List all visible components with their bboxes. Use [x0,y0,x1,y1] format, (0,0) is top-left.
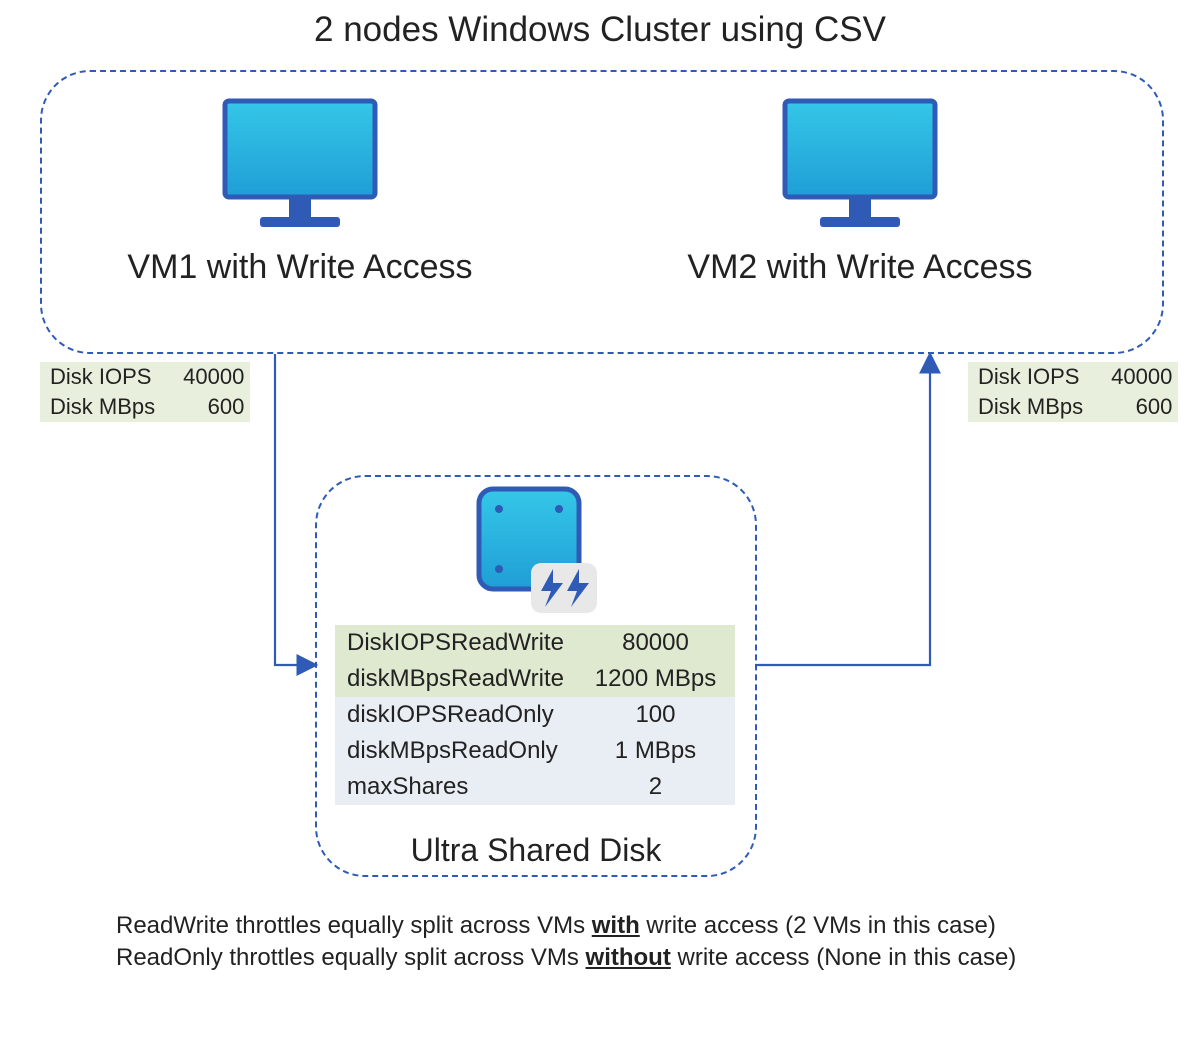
disk-stats-table: DiskIOPSReadWrite 80000 diskMBpsReadWrit… [335,625,735,805]
disk-row-0-key: DiskIOPSReadWrite [335,625,576,661]
footer-notes: ReadWrite throttles equally split across… [116,910,1016,975]
disk-row-1-key: diskMBpsReadWrite [335,661,576,697]
disk-row-4-val: 2 [576,769,735,805]
disk-row-2-key: diskIOPSReadOnly [335,697,576,733]
disk-row-1-val: 1200 MBps [576,661,735,697]
footer-note-2: ReadOnly throttles equally split across … [116,942,1016,974]
footer-note-1: ReadWrite throttles equally split across… [116,910,1016,942]
disk-row-2-val: 100 [576,697,735,733]
disk-group-box: DiskIOPSReadWrite 80000 diskMBpsReadWrit… [315,475,757,877]
disk-title: Ultra Shared Disk [317,832,755,869]
disk-row-0-val: 80000 [576,625,735,661]
diagram-canvas: 2 nodes Windows Cluster using CSV VM1 wi… [0,0,1200,1039]
disk-row-4-key: maxShares [335,769,576,805]
disk-row-3-val: 1 MBps [576,733,735,769]
ultra-disk-icon [461,485,611,630]
disk-row-3-key: diskMBpsReadOnly [335,733,576,769]
